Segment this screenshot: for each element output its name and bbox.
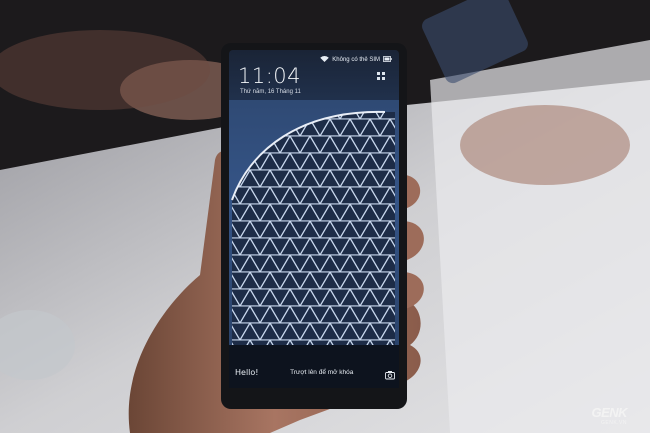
lockscreen-date: Thứ năm, 16 Tháng 11 [240, 89, 301, 95]
grid-icon[interactable] [376, 68, 386, 80]
camera-icon[interactable] [385, 367, 395, 380]
phone-chin [229, 388, 399, 402]
background-arm-left [0, 30, 210, 110]
battery-icon [383, 56, 392, 64]
watermark-url: GENK.VN [601, 420, 628, 426]
lockscreen-bottom-bar: Hello! Trượt lên để mở khóa [235, 365, 395, 380]
table-light [430, 40, 650, 433]
wifi-icon [320, 56, 330, 64]
hello-label: Hello! [235, 367, 259, 377]
lockscreen-clock: 11:04 [238, 64, 302, 88]
watermark: GENK GENK.VN [565, 404, 627, 426]
watermark-logo: GENK [591, 405, 628, 420]
sim-status-text: Không có thẻ SIM [332, 57, 380, 63]
background-hand-right [460, 105, 630, 185]
unlock-hint[interactable]: Trượt lên để mở khóa [290, 369, 353, 376]
